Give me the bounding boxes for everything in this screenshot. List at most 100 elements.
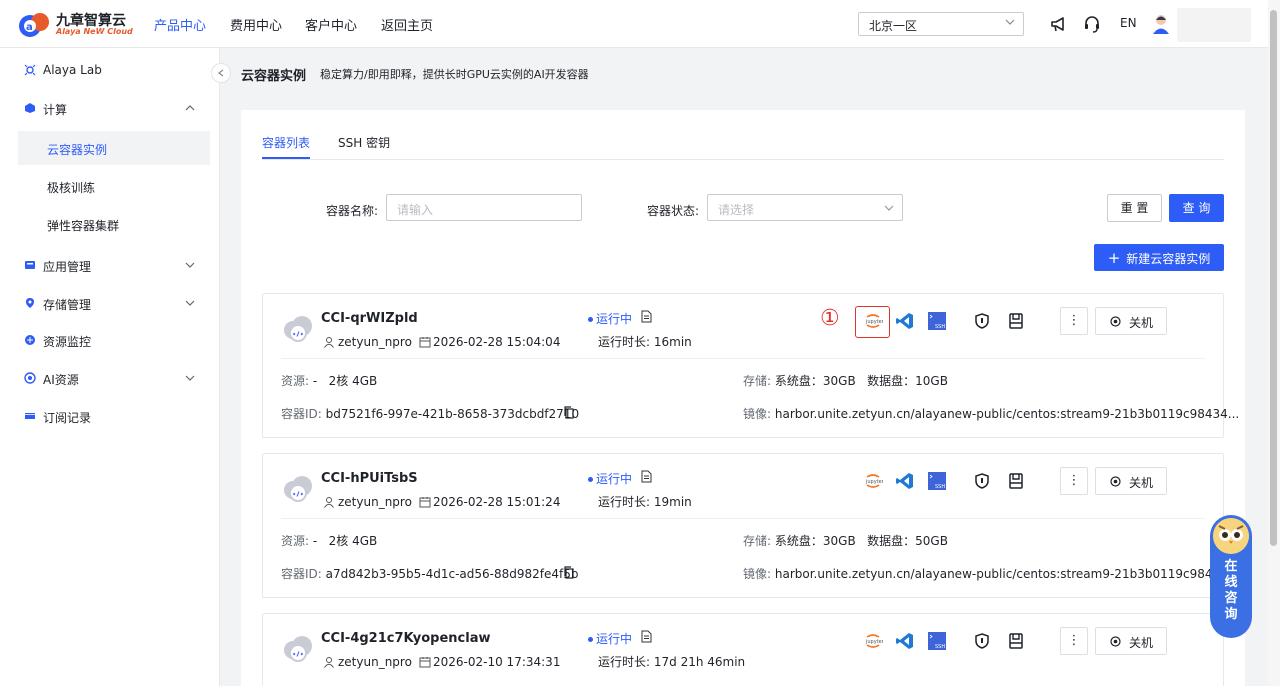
stop-circle-icon <box>1110 316 1121 327</box>
card-divider <box>281 358 1205 359</box>
container-name-input[interactable]: 请输入 <box>386 194 582 221</box>
jupyter-icon[interactable]: jupyter <box>863 311 883 331</box>
online-consult-widget[interactable]: 在 线 咨 询 <box>1210 515 1252 638</box>
image-value: harbor.unite.zetyun.cn/alayanew-public/c… <box>774 567 1240 581</box>
subscribe-icon <box>25 413 35 419</box>
online-consult-label: 在 线 咨 询 <box>1223 559 1239 623</box>
shield-icon[interactable] <box>972 311 992 331</box>
jupyter-icon[interactable]: jupyter <box>863 471 883 491</box>
sidebar-item-storage[interactable]: 存储管理 <box>0 284 220 322</box>
instance-card[interactable]: CCI-qrWIZpld zetyun_npro 2026-02-28 15:0… <box>262 293 1239 438</box>
save-image-icon[interactable] <box>1006 631 1026 651</box>
vscode-icon[interactable] <box>895 631 915 651</box>
uptime-value: 17d 21h 46min <box>653 655 746 669</box>
power-off-button[interactable]: 关机 <box>1095 627 1167 655</box>
container-cloud-icon <box>284 636 312 662</box>
nav-product-center[interactable]: 产品中心 <box>154 15 206 34</box>
sidebar-item-app-management[interactable]: 应用管理 <box>0 246 220 284</box>
container-name-placeholder: 请输入 <box>397 203 434 217</box>
reset-button[interactable]: 重 置 <box>1107 194 1162 222</box>
more-actions-button[interactable]: ⋮ <box>1060 627 1088 655</box>
svg-text:SSH: SSH <box>935 644 945 650</box>
power-off-button[interactable]: 关机 <box>1095 307 1167 335</box>
sidebar-item-ai-resources[interactable]: AI资源 <box>0 359 220 397</box>
nav-billing-center[interactable]: 费用中心 <box>230 15 282 34</box>
tab-ssh-keys[interactable]: SSH 密钥 <box>338 134 390 151</box>
ssh-icon[interactable]: SSH <box>927 311 947 331</box>
resource-value: 2核 4GB <box>328 534 378 548</box>
power-off-button[interactable]: 关机 <box>1095 467 1167 495</box>
container-status-select[interactable]: 请选择 <box>707 194 903 221</box>
instance-card[interactable]: CCI-4g21c7Kyopenclaw zetyun_npro 2026-02… <box>262 613 1224 686</box>
jupyter-icon[interactable]: jupyter <box>863 631 883 651</box>
copy-icon[interactable] <box>563 406 575 419</box>
megaphone-icon[interactable] <box>1049 14 1069 34</box>
shield-icon[interactable] <box>972 631 992 651</box>
sidebar-subitem-cloud-container[interactable]: 云容器实例 <box>18 131 210 165</box>
brand-logo[interactable]: a 九章智算云 Alaya NeW Cloud <box>16 9 136 39</box>
instance-card[interactable]: CCI-hPUiTsbS zetyun_npro 2026-02-28 15:0… <box>262 453 1239 598</box>
owl-mascot-icon <box>1213 518 1249 554</box>
sidebar-item-label: 订阅记录 <box>43 411 92 425</box>
container-name-label: 容器名称: <box>326 204 379 218</box>
sidebar-subitem-label: 云容器实例 <box>47 143 108 157</box>
nav-customer-center[interactable]: 客户中心 <box>305 15 357 34</box>
sidebar-subitem-label: 弹性容器集群 <box>47 219 120 233</box>
image-info: 镜像: harbor.unite.zetyun.cn/alayanew-publ… <box>743 565 1239 582</box>
instance-uptime: 运行时长: 19min <box>598 493 692 510</box>
svg-text:a: a <box>26 22 33 33</box>
image-label: 镜像: <box>743 407 772 421</box>
instance-name[interactable]: CCI-qrWIZpld <box>321 311 418 326</box>
system-disk: 系统盘：30GB <box>774 534 856 548</box>
shield-icon[interactable] <box>972 471 992 491</box>
tab-divider <box>262 159 1224 160</box>
sidebar-collapse-button[interactable] <box>211 63 231 83</box>
language-toggle[interactable]: EN <box>1120 16 1137 30</box>
nav-return-home[interactable]: 返回主页 <box>381 15 433 34</box>
more-actions-button[interactable]: ⋮ <box>1060 467 1088 495</box>
user-menu[interactable] <box>1177 8 1251 42</box>
power-off-label: 关机 <box>1129 316 1154 330</box>
ssh-icon[interactable]: SSH <box>927 631 947 651</box>
save-image-icon[interactable] <box>1006 311 1026 331</box>
user-avatar-icon[interactable] <box>1151 13 1171 35</box>
image-label: 镜像: <box>743 567 772 581</box>
sidebar-item-monitor[interactable]: 资源监控 <box>0 321 220 359</box>
create-instance-button[interactable]: + 新建云容器实例 <box>1094 244 1224 271</box>
copy-icon[interactable] <box>563 566 575 579</box>
query-button[interactable]: 查 询 <box>1169 194 1224 222</box>
instance-name[interactable]: CCI-hPUiTsbS <box>321 471 418 486</box>
more-actions-button[interactable]: ⋮ <box>1060 307 1088 335</box>
save-image-icon[interactable] <box>1006 471 1026 491</box>
resource-label: 资源: <box>281 534 310 548</box>
sidebar-subitem-elastic-cluster[interactable]: 弹性容器集群 <box>18 207 210 241</box>
ssh-icon[interactable]: SSH <box>927 471 947 491</box>
document-icon[interactable] <box>641 470 652 483</box>
status-dot <box>588 637 593 642</box>
container-id-value: bd7521f6-997e-421b-8658-373dcbdf2710 <box>325 407 580 421</box>
system-disk: 系统盘：30GB <box>774 374 856 388</box>
vscode-icon[interactable] <box>895 311 915 331</box>
vscode-icon[interactable] <box>895 471 915 491</box>
headset-icon[interactable] <box>1082 14 1102 34</box>
tab-container-list[interactable]: 容器列表 <box>262 134 310 151</box>
sidebar-subitem-training[interactable]: 极核训练 <box>18 169 210 203</box>
container-status-placeholder: 请选择 <box>718 203 755 217</box>
image-value: harbor.unite.zetyun.cn/alayanew-public/c… <box>774 407 1240 421</box>
sidebar-item-alaya-lab[interactable]: Alaya Lab <box>0 51 220 89</box>
consult-char: 咨 <box>1224 591 1238 606</box>
resource-value: 2核 4GB <box>328 374 378 388</box>
sidebar-item-subscriptions[interactable]: 订阅记录 <box>0 397 220 435</box>
status-badge: 运行中 <box>588 470 632 487</box>
uptime-label: 运行时长: <box>598 495 651 509</box>
region-select[interactable]: 北京一区 <box>858 12 1024 36</box>
sidebar-item-compute[interactable]: 计算 <box>0 89 220 127</box>
step-marker: ① <box>820 306 840 331</box>
instance-name[interactable]: CCI-4g21c7Kyopenclaw <box>321 631 490 646</box>
scrollbar-thumb[interactable] <box>1270 10 1277 546</box>
user-icon <box>324 497 334 508</box>
container-cloud-icon <box>284 316 312 342</box>
instance-user: zetyun_npro <box>338 335 412 349</box>
document-icon[interactable] <box>641 630 652 643</box>
document-icon[interactable] <box>641 310 652 323</box>
